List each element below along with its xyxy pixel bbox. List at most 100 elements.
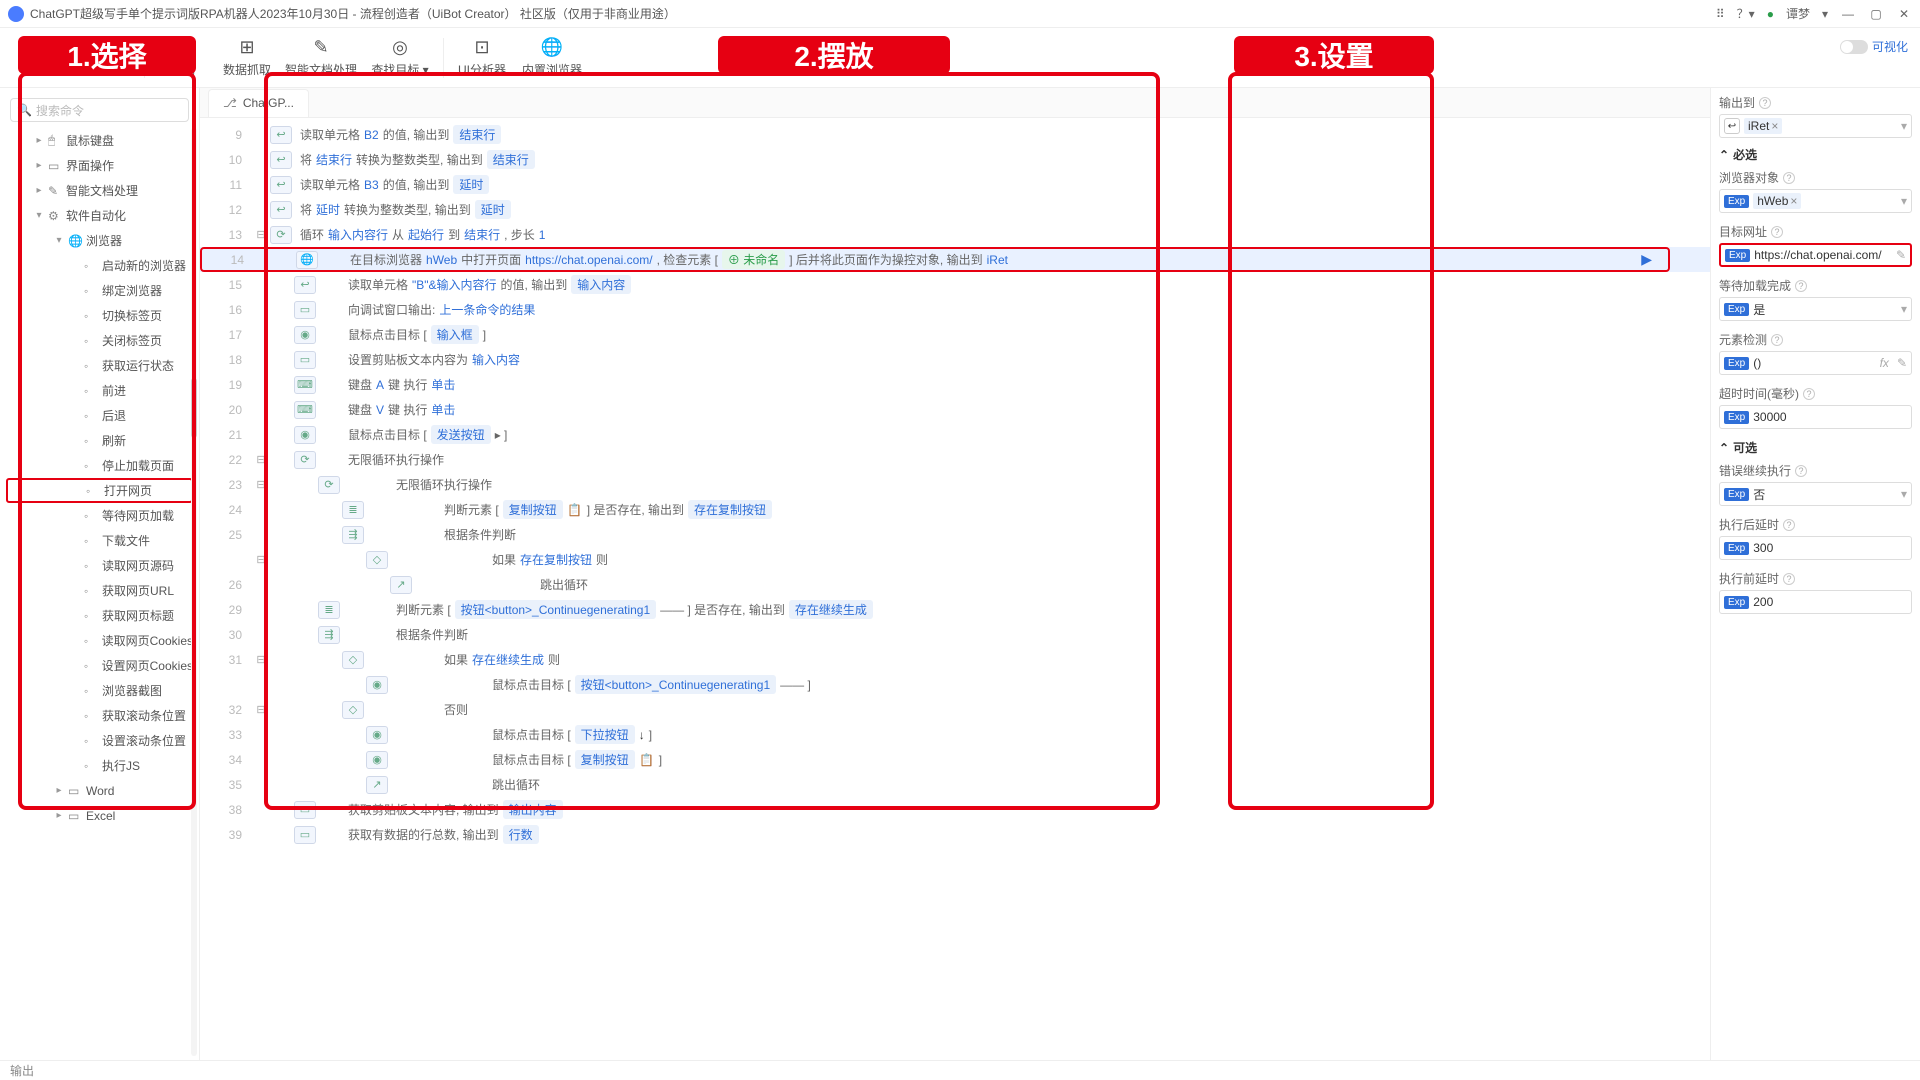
help-icon[interactable]: ? [1783, 573, 1795, 585]
code-line[interactable]: 10↩将 结束行 转换为整数类型, 输出到 结束行 [200, 147, 1710, 172]
code-line[interactable]: ⊟◇如果 存在复制按钮 则 [200, 547, 1710, 572]
help-icon[interactable]: ? [1795, 280, 1807, 292]
code-line[interactable]: 24≣判断元素 [ 复制按钮📋 ] 是否存在, 输出到 存在复制按钮 [200, 497, 1710, 522]
elem-check-input[interactable]: Exp()fx✎ [1719, 351, 1912, 375]
code-line[interactable]: 39▭获取有数据的行总数, 输出到 行数 [200, 822, 1710, 847]
code-line[interactable]: 31⊟◇如果 存在继续生成 则 [200, 647, 1710, 672]
section-required[interactable]: ⌃必选 [1719, 146, 1912, 163]
minimize-icon[interactable]: — [1840, 6, 1856, 22]
code-line[interactable]: 19⌨键盘 A 键 执行 单击 [200, 372, 1710, 397]
output-to-input[interactable]: ↩iRet×▾ [1719, 114, 1912, 138]
help-icon[interactable]: ? [1803, 388, 1815, 400]
chevron-down-icon[interactable]: ▾ [1901, 194, 1907, 208]
tree-item[interactable]: ▸▭Word [6, 778, 193, 803]
help-icon[interactable]: ? [1759, 97, 1771, 109]
code-line[interactable]: 22⊟⟳无限循环执行操作 [200, 447, 1710, 472]
code-line[interactable]: 16▭向调试窗口输出: 上一条命令的结果 [200, 297, 1710, 322]
tree-item[interactable]: ◦获取运行状态 [6, 353, 193, 378]
code-line[interactable]: 33◉鼠标点击目标 [ 下拉按钮↓ ] [200, 722, 1710, 747]
tree-item[interactable]: ◦获取网页URL [6, 578, 193, 603]
tree-item[interactable]: ◦前进 [6, 378, 193, 403]
maximize-icon[interactable]: ▢ [1868, 6, 1884, 22]
section-optional[interactable]: ⌃可选 [1719, 439, 1912, 456]
code-line[interactable]: 32⊟◇否则 [200, 697, 1710, 722]
uianalyzer-button[interactable]: ⊡UI分析器 [452, 32, 512, 84]
code-line[interactable]: 26↗跳出循环 [200, 572, 1710, 597]
code-line[interactable]: 35↗跳出循环 [200, 772, 1710, 797]
code-line[interactable]: 30⇶根据条件判断 [200, 622, 1710, 647]
chevron-down-icon[interactable]: ▾ [1901, 119, 1907, 133]
post-delay-input[interactable]: Exp300 [1719, 536, 1912, 560]
err-continue-input[interactable]: Exp否▾ [1719, 482, 1912, 506]
help-icon[interactable]: ? [1783, 172, 1795, 184]
tree-item[interactable]: ◦启动新的浏览器 [6, 253, 193, 278]
tree-item[interactable]: ◦等待网页加载 [6, 503, 193, 528]
timeout-input[interactable]: Exp30000 [1719, 405, 1912, 429]
fold-icon[interactable]: ⊟ [252, 478, 270, 491]
code-line[interactable]: 38▭获取剪贴板文本内容, 输出到 输出内容 [200, 797, 1710, 822]
code-line[interactable]: 34◉鼠标点击目标 [ 复制按钮📋 ] [200, 747, 1710, 772]
fold-icon[interactable]: ⊟ [252, 228, 270, 241]
builtin-browser-button[interactable]: 🌐内置浏览器 [516, 32, 588, 84]
tree-item[interactable]: ◦打开网页 [6, 478, 193, 503]
tree-item[interactable]: ▾⚙软件自动化 [6, 203, 193, 228]
tree-item[interactable]: ◦执行JS [6, 753, 193, 778]
tree-item[interactable]: ▸🖱鼠标键盘 [6, 128, 193, 153]
tree-item[interactable]: ◦绑定浏览器 [6, 278, 193, 303]
code-line[interactable]: 20⌨键盘 V 键 执行 单击 [200, 397, 1710, 422]
code-line[interactable]: 21◉鼠标点击目标 [ 发送按钮 ▸ ] [200, 422, 1710, 447]
help-icon[interactable]: ? [1783, 519, 1795, 531]
remove-icon[interactable]: × [1790, 194, 1797, 208]
edit-icon[interactable]: ✎ [1897, 356, 1907, 370]
help-icon[interactable]: ? [1771, 334, 1783, 346]
findtarget-button[interactable]: ◎查找目标 ▾ [365, 32, 435, 84]
code-line[interactable]: 15↩读取单元格 "B"&输入内容行 的值, 输出到 输入内容 [200, 272, 1710, 297]
code-line[interactable]: 18▭设置剪贴板文本内容为 输入内容 [200, 347, 1710, 372]
url-input[interactable]: Exphttps://chat.openai.com/✎ [1719, 243, 1912, 267]
help-icon[interactable]: ? [1771, 226, 1783, 238]
tree-item[interactable]: ◦关闭标签页 [6, 328, 193, 353]
tree-item[interactable]: ▸✎智能文档处理 [6, 178, 193, 203]
code-line[interactable]: 25⇶根据条件判断 [200, 522, 1710, 547]
tree-item[interactable]: ◦刷新 [6, 428, 193, 453]
tab-chatgpt[interactable]: ⎇ ChatGP... [208, 89, 309, 117]
tree-item[interactable]: ◦设置滚动条位置 [6, 728, 193, 753]
code-line[interactable]: 29≣判断元素 [ 按钮<button>_Continuegenerating1… [200, 597, 1710, 622]
search-input[interactable]: 🔍 搜索命令 [10, 98, 189, 122]
smartdoc-button[interactable]: ✎智能文档处理 [281, 32, 361, 84]
tree-item[interactable]: ▸▭Excel [6, 803, 193, 828]
tree-item[interactable]: ◦获取滚动条位置 [6, 703, 193, 728]
output-label[interactable]: 输出 [10, 1062, 34, 1079]
play-icon[interactable]: ▶ [1641, 251, 1652, 268]
fold-icon[interactable]: ⊟ [252, 703, 270, 716]
visual-toggle[interactable]: 可视化 [1840, 38, 1908, 55]
chevron-down-icon[interactable]: ▾ [1901, 302, 1907, 316]
tree-item[interactable]: ▸▭界面操作 [6, 153, 193, 178]
chevron-down-icon[interactable]: ▾ [1901, 487, 1907, 501]
code-line[interactable]: 12↩将 延时 转换为整数类型, 输出到 延时 [200, 197, 1710, 222]
fold-icon[interactable]: ⊟ [252, 453, 270, 466]
fold-icon[interactable]: ⊟ [252, 553, 270, 566]
tree-item[interactable]: ◦下载文件 [6, 528, 193, 553]
tree-item[interactable]: ◦后退 [6, 403, 193, 428]
tree-item[interactable]: ◦设置网页Cookies [6, 653, 193, 678]
help-icon[interactable]: ？▾ [1737, 5, 1755, 22]
grid-icon[interactable]: ⠿ [1716, 7, 1725, 21]
code-line[interactable]: 14🌐在目标浏览器 hWeb 中打开页面 https://chat.openai… [200, 247, 1710, 272]
code-line[interactable]: 13⊟⟳循环 输入内容行 从 起始行 到 结束行 , 步长 1 [200, 222, 1710, 247]
tree-item[interactable]: ▾🌐浏览器 [6, 228, 193, 253]
user-label[interactable]: 谭梦 [1786, 5, 1810, 22]
help-icon[interactable]: ? [1795, 465, 1807, 477]
datacapture-button[interactable]: ⊞数据抓取 [217, 32, 277, 84]
user-caret-icon[interactable]: ▾ [1822, 7, 1828, 21]
tree-item[interactable]: ◦停止加载页面 [6, 453, 193, 478]
tree-item[interactable]: ◦获取网页标题 [6, 603, 193, 628]
code-line[interactable]: 17◉鼠标点击目标 [ 输入框 ] [200, 322, 1710, 347]
tree-item[interactable]: ◦浏览器截图 [6, 678, 193, 703]
code-line[interactable]: 23⊟⟳无限循环执行操作 [200, 472, 1710, 497]
remove-icon[interactable]: × [1771, 119, 1778, 133]
scrollbar[interactable] [191, 128, 197, 1056]
toggle-switch-icon[interactable] [1840, 40, 1868, 54]
edit-icon[interactable]: ✎ [1896, 248, 1906, 262]
wait-load-input[interactable]: Exp是▾ [1719, 297, 1912, 321]
